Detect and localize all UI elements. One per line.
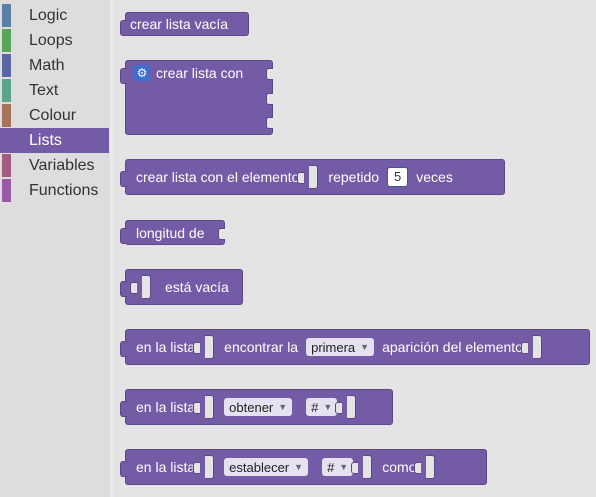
previous-connection-notch [120, 461, 127, 477]
occurrence-dropdown[interactable]: primera ▼ [306, 338, 375, 356]
category-label: Variables [29, 156, 95, 174]
dropdown-value: establecer [229, 459, 290, 475]
element-input-slot[interactable] [520, 335, 542, 359]
index-input-slot[interactable] [335, 395, 357, 419]
block-label: crear lista con [156, 65, 244, 81]
output-tab [120, 68, 127, 84]
input-slot[interactable] [266, 117, 273, 129]
chevron-down-icon: ▼ [360, 342, 370, 352]
category-label: Loops [29, 31, 73, 49]
list-input-slot[interactable] [193, 395, 215, 419]
category-color-bar [2, 129, 11, 152]
category-colour[interactable]: Colour [0, 103, 109, 128]
chevron-down-icon: ▼ [294, 462, 304, 472]
category-text[interactable]: Text [0, 78, 109, 103]
output-tab [120, 281, 127, 297]
category-label: Lists [29, 131, 62, 149]
dropdown-value: obtener [229, 399, 274, 415]
category-color-bar [2, 79, 11, 102]
block-label: crear lista con el elemento [136, 169, 300, 185]
block-label: en la lista [136, 339, 196, 355]
chevron-down-icon: ▼ [323, 402, 333, 412]
repeat-count-input[interactable]: 5 [387, 167, 409, 187]
category-color-bar [2, 154, 11, 177]
input-slot[interactable] [266, 93, 273, 105]
where-dropdown[interactable]: # ▼ [322, 458, 354, 476]
list-input-slot[interactable] [193, 455, 215, 479]
value-input-slot[interactable] [414, 455, 436, 479]
category-variables[interactable]: Variables [0, 153, 109, 178]
category-color-bar [2, 104, 11, 127]
block-list-get-index[interactable]: en la lista obtener ▼ # ▼ [120, 389, 393, 425]
block-label: en la lista [136, 399, 196, 415]
block-label: está vacía [165, 279, 229, 295]
category-logic[interactable]: Logic [0, 3, 109, 28]
output-tab [120, 20, 127, 36]
block-label: veces [416, 169, 453, 185]
index-input-slot[interactable] [351, 455, 373, 479]
category-color-bar [2, 29, 11, 52]
toolbox: Logic Loops Math Text Colour Lists Varia… [0, 0, 110, 497]
block-list-set-index[interactable]: en la lista establecer ▼ # ▼ como [120, 449, 487, 485]
category-label: Colour [29, 106, 77, 124]
list-input-slot[interactable] [130, 275, 151, 299]
block-list-is-empty[interactable]: está vacía [120, 269, 243, 305]
category-math[interactable]: Math [0, 53, 109, 78]
category-color-bar [2, 4, 11, 27]
category-label: Logic [29, 6, 68, 24]
category-label: Functions [29, 181, 99, 199]
block-create-list-with[interactable]: ⚙ crear lista con [120, 60, 273, 135]
gear-icon[interactable]: ⚙ [134, 65, 150, 81]
category-label: Math [29, 56, 65, 74]
category-lists[interactable]: Lists [0, 128, 109, 153]
block-label: longitud de [136, 224, 205, 241]
mode-dropdown[interactable]: obtener ▼ [224, 398, 293, 416]
category-color-bar [2, 54, 11, 77]
output-tab [120, 341, 127, 357]
category-loops[interactable]: Loops [0, 28, 109, 53]
element-input-slot[interactable] [297, 165, 319, 189]
output-tab [120, 171, 127, 187]
block-label: aparición del elemento [382, 339, 523, 355]
category-functions[interactable]: Functions [0, 178, 109, 203]
mode-dropdown[interactable]: establecer ▼ [224, 458, 309, 476]
input-slot[interactable] [218, 228, 225, 240]
block-label: en la lista [136, 459, 196, 475]
category-color-bar [2, 179, 11, 202]
chevron-down-icon: ▼ [339, 462, 349, 472]
dropdown-value: primera [311, 339, 356, 355]
where-dropdown[interactable]: # ▼ [306, 398, 338, 416]
chevron-down-icon: ▼ [278, 402, 288, 412]
block-label: crear lista vacía [130, 16, 229, 32]
dropdown-value: # [311, 399, 319, 415]
output-tab [120, 228, 127, 244]
category-label: Text [29, 81, 59, 99]
block-label: encontrar la [224, 339, 299, 355]
block-list-length[interactable]: longitud de [120, 220, 225, 245]
flyout-workspace: crear lista vacía ⚙ crear lista con crea… [113, 0, 596, 497]
output-tab [120, 401, 127, 417]
list-input-slot[interactable] [193, 335, 215, 359]
block-create-list-repeat[interactable]: crear lista con el elemento repetido 5 v… [120, 159, 505, 195]
dropdown-value: # [327, 459, 335, 475]
block-label: como [382, 459, 417, 475]
block-list-index-of[interactable]: en la lista encontrar la primera ▼ apari… [120, 329, 590, 365]
block-create-empty-list[interactable]: crear lista vacía [120, 12, 249, 36]
block-label: repetido [328, 169, 380, 185]
input-slot[interactable] [266, 68, 273, 80]
